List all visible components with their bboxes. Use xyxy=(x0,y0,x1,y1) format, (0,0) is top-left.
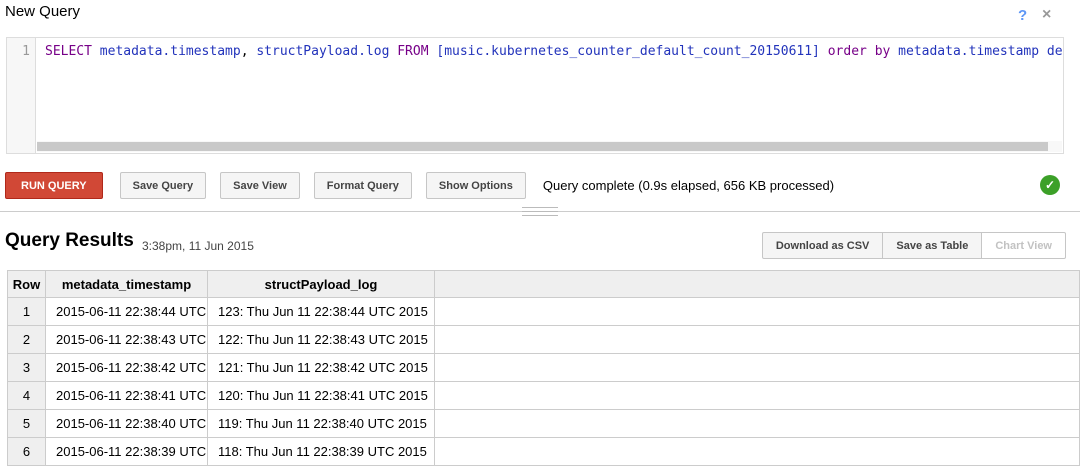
data-cell: 2015-06-11 22:38:40 UTC xyxy=(46,410,208,438)
row-number-cell: 5 xyxy=(8,410,46,438)
show-options-button[interactable]: Show Options xyxy=(426,172,526,199)
row-number-cell: 2 xyxy=(8,326,46,354)
row-number-cell: 4 xyxy=(8,382,46,410)
code-token: structPayload.log xyxy=(256,44,389,59)
data-cell: 2015-06-11 22:38:39 UTC xyxy=(46,438,208,466)
data-cell: 2015-06-11 22:38:44 UTC xyxy=(46,298,208,326)
data-cell-filler xyxy=(435,326,1080,354)
code-token xyxy=(820,44,828,59)
data-cell: 119: Thu Jun 11 22:38:40 UTC 2015 xyxy=(208,410,435,438)
run-query-button[interactable]: RUN QUERY xyxy=(5,172,103,199)
query-status-text: Query complete (0.9s elapsed, 656 KB pro… xyxy=(543,178,834,193)
data-cell: 122: Thu Jun 11 22:38:43 UTC 2015 xyxy=(208,326,435,354)
code-token: SELECT xyxy=(45,44,92,59)
editor-gutter: 1 xyxy=(7,38,36,153)
page-title: New Query xyxy=(5,3,80,20)
column-header-filler xyxy=(435,271,1080,298)
editor-horizontal-scrollbar[interactable] xyxy=(37,141,1062,152)
line-number: 1 xyxy=(22,44,30,59)
row-number-cell: 3 xyxy=(8,354,46,382)
code-token: metadata.timestamp xyxy=(100,44,241,59)
row-number-cell: 6 xyxy=(8,438,46,466)
query-toolbar: RUN QUERY Save Query Save View Format Qu… xyxy=(5,172,1080,199)
results-timestamp: 3:38pm, 11 Jun 2015 xyxy=(142,239,254,253)
code-token: , xyxy=(241,44,257,59)
table-row: 32015-06-11 22:38:42 UTC121: Thu Jun 11 … xyxy=(8,354,1080,382)
code-token: desc xyxy=(1047,44,1063,59)
data-cell: 2015-06-11 22:38:42 UTC xyxy=(46,354,208,382)
table-row: 12015-06-11 22:38:44 UTC123: Thu Jun 11 … xyxy=(8,298,1080,326)
data-cell: 2015-06-11 22:38:41 UTC xyxy=(46,382,208,410)
scrollbar-thumb[interactable] xyxy=(37,142,1048,151)
code-token: FROM xyxy=(397,44,428,59)
download-as-csv-button[interactable]: Download as CSV xyxy=(762,232,884,259)
chart-view-button: Chart View xyxy=(981,232,1066,259)
code-token xyxy=(1039,44,1047,59)
save-query-button[interactable]: Save Query xyxy=(120,172,207,199)
table-row: 22015-06-11 22:38:43 UTC122: Thu Jun 11 … xyxy=(8,326,1080,354)
results-title: Query Results xyxy=(5,230,134,252)
data-cell-filler xyxy=(435,354,1080,382)
table-header-row: Rowmetadata_timestampstructPayload_log xyxy=(8,271,1080,298)
close-icon[interactable]: × xyxy=(1042,6,1051,24)
table-row: 52015-06-11 22:38:40 UTC119: Thu Jun 11 … xyxy=(8,410,1080,438)
code-token xyxy=(92,44,100,59)
sql-editor[interactable]: 1 SELECT metadata.timestamp, structPaylo… xyxy=(6,37,1064,154)
data-cell-filler xyxy=(435,382,1080,410)
column-header: Row xyxy=(8,271,46,298)
data-cell: 120: Thu Jun 11 22:38:41 UTC 2015 xyxy=(208,382,435,410)
code-token: by xyxy=(875,44,891,59)
table-row: 42015-06-11 22:38:41 UTC120: Thu Jun 11 … xyxy=(8,382,1080,410)
save-view-button[interactable]: Save View xyxy=(220,172,300,199)
data-cell: 121: Thu Jun 11 22:38:42 UTC 2015 xyxy=(208,354,435,382)
code-token xyxy=(867,44,875,59)
data-cell: 2015-06-11 22:38:43 UTC xyxy=(46,326,208,354)
data-cell-filler xyxy=(435,410,1080,438)
column-header: metadata_timestamp xyxy=(46,271,208,298)
row-number-cell: 1 xyxy=(8,298,46,326)
results-table: Rowmetadata_timestampstructPayload_log 1… xyxy=(7,270,1080,466)
data-cell: 123: Thu Jun 11 22:38:44 UTC 2015 xyxy=(208,298,435,326)
data-cell-filler xyxy=(435,298,1080,326)
column-header: structPayload_log xyxy=(208,271,435,298)
save-as-table-button[interactable]: Save as Table xyxy=(882,232,982,259)
pane-splitter[interactable] xyxy=(0,211,1080,212)
results-actions: Download as CSV Save as Table Chart View xyxy=(762,232,1066,259)
table-row: 62015-06-11 22:38:39 UTC118: Thu Jun 11 … xyxy=(8,438,1080,466)
data-cell: 118: Thu Jun 11 22:38:39 UTC 2015 xyxy=(208,438,435,466)
query-success-check-icon[interactable]: ✓ xyxy=(1040,175,1060,195)
code-token xyxy=(890,44,898,59)
results-header: Query Results 3:38pm, 11 Jun 2015 Downlo… xyxy=(5,226,1066,260)
splitter-grip-icon[interactable] xyxy=(522,205,558,218)
format-query-button[interactable]: Format Query xyxy=(314,172,412,199)
help-icon[interactable]: ? xyxy=(1018,7,1027,24)
code-token: metadata.timestamp xyxy=(898,44,1039,59)
code-token: [music.kubernetes_counter_default_count_… xyxy=(436,44,820,59)
sql-query-line[interactable]: SELECT metadata.timestamp, structPayload… xyxy=(37,38,1063,61)
data-cell-filler xyxy=(435,438,1080,466)
code-token: order xyxy=(828,44,867,59)
